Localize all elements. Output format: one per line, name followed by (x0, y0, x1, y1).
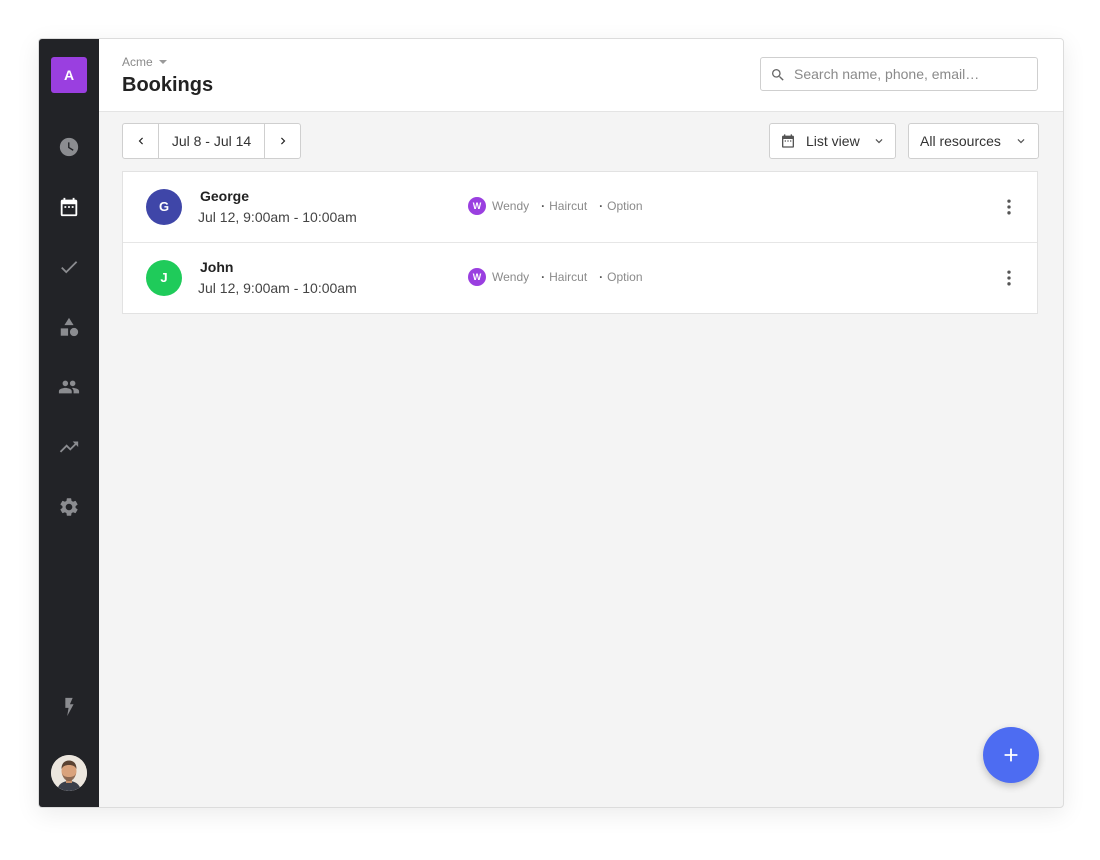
caret-down-icon (158, 60, 167, 64)
sidebar-item-customers[interactable] (39, 365, 99, 409)
sidebar-item-bookings[interactable] (39, 185, 99, 229)
more-options-button[interactable] (997, 195, 1021, 219)
sidebar-item-services[interactable] (39, 305, 99, 349)
sidebar-item-reports[interactable] (39, 425, 99, 469)
more-options-button[interactable] (997, 266, 1021, 290)
sidebar-item-tasks[interactable] (39, 245, 99, 289)
separator-dot: · (599, 199, 604, 213)
people-icon (58, 380, 80, 394)
separator-dot: · (541, 199, 546, 213)
separator-dot: · (541, 270, 546, 284)
app-window: A Acme Bookings Search name, phone, emai… (38, 38, 1064, 808)
booking-meta: W Wendy · Haircut · Option (468, 268, 643, 286)
sidebar-item-quick-actions[interactable] (39, 685, 99, 729)
customer-avatar: J (146, 260, 182, 296)
trending-up-icon (59, 441, 79, 453)
clock-icon (59, 137, 79, 157)
org-badge[interactable]: A (51, 57, 87, 93)
org-name: Acme (122, 55, 153, 69)
next-week-button[interactable] (265, 124, 300, 158)
service-name: Haircut (549, 270, 588, 284)
date-range-label[interactable]: Jul 8 - Jul 14 (158, 124, 265, 158)
search-icon (772, 69, 784, 81)
more-vertical-icon (1007, 270, 1011, 286)
add-booking-button[interactable] (983, 727, 1039, 783)
user-avatar[interactable] (51, 755, 87, 791)
staff-badge: W (468, 197, 486, 215)
customer-avatar: G (146, 189, 182, 225)
chevron-down-icon (875, 139, 883, 144)
booking-list: G George Jul 12, 9:00am - 10:00am W Wend… (122, 171, 1038, 314)
staff-name: Wendy (492, 270, 530, 284)
chevron-down-icon (1017, 139, 1025, 144)
org-switcher[interactable]: Acme (122, 55, 167, 69)
booking-time: Jul 12, 9:00am - 10:00am (198, 280, 357, 296)
customer-name: George (200, 188, 250, 204)
booking-time: Jul 12, 9:00am - 10:00am (198, 209, 357, 225)
user-photo (51, 755, 87, 791)
staff-name: Wendy (492, 199, 530, 213)
service-option: Option (607, 199, 643, 213)
resource-select[interactable]: All resources (908, 123, 1039, 159)
booking-meta: W Wendy · Haircut · Option (468, 197, 643, 215)
sidebar: A (39, 39, 99, 807)
chevron-left-icon (138, 137, 143, 145)
sidebar-item-settings[interactable] (39, 485, 99, 529)
calendar-icon (60, 197, 78, 217)
search-box (760, 57, 1038, 91)
calendar-icon (782, 134, 794, 148)
header: Acme Bookings (99, 39, 1063, 112)
main-content: Acme Bookings Jul 8 - Jul 14 List view (99, 39, 1063, 807)
search-input[interactable] (794, 58, 1030, 90)
separator-dot: · (599, 270, 604, 284)
view-select[interactable]: List view (769, 123, 896, 159)
plus-icon (1004, 748, 1018, 762)
page-title: Bookings (122, 74, 214, 96)
gear-icon (60, 498, 78, 516)
service-name: Haircut (549, 199, 588, 213)
booking-row[interactable]: G George Jul 12, 9:00am - 10:00am W Wend… (123, 172, 1037, 243)
booking-row[interactable]: J John Jul 12, 9:00am - 10:00am W Wendy … (123, 243, 1037, 313)
more-vertical-icon (1007, 199, 1011, 215)
shapes-icon (60, 317, 79, 337)
staff-badge: W (468, 268, 486, 286)
check-icon (61, 261, 78, 274)
service-option: Option (607, 270, 643, 284)
view-select-value: List view (806, 133, 860, 149)
date-navigator: Jul 8 - Jul 14 (122, 123, 301, 159)
prev-week-button[interactable] (123, 124, 158, 158)
sidebar-item-history[interactable] (39, 125, 99, 169)
customer-name: John (200, 259, 234, 275)
bolt-icon (65, 697, 74, 717)
resource-select-value: All resources (920, 133, 1001, 149)
chevron-right-icon (280, 137, 285, 145)
